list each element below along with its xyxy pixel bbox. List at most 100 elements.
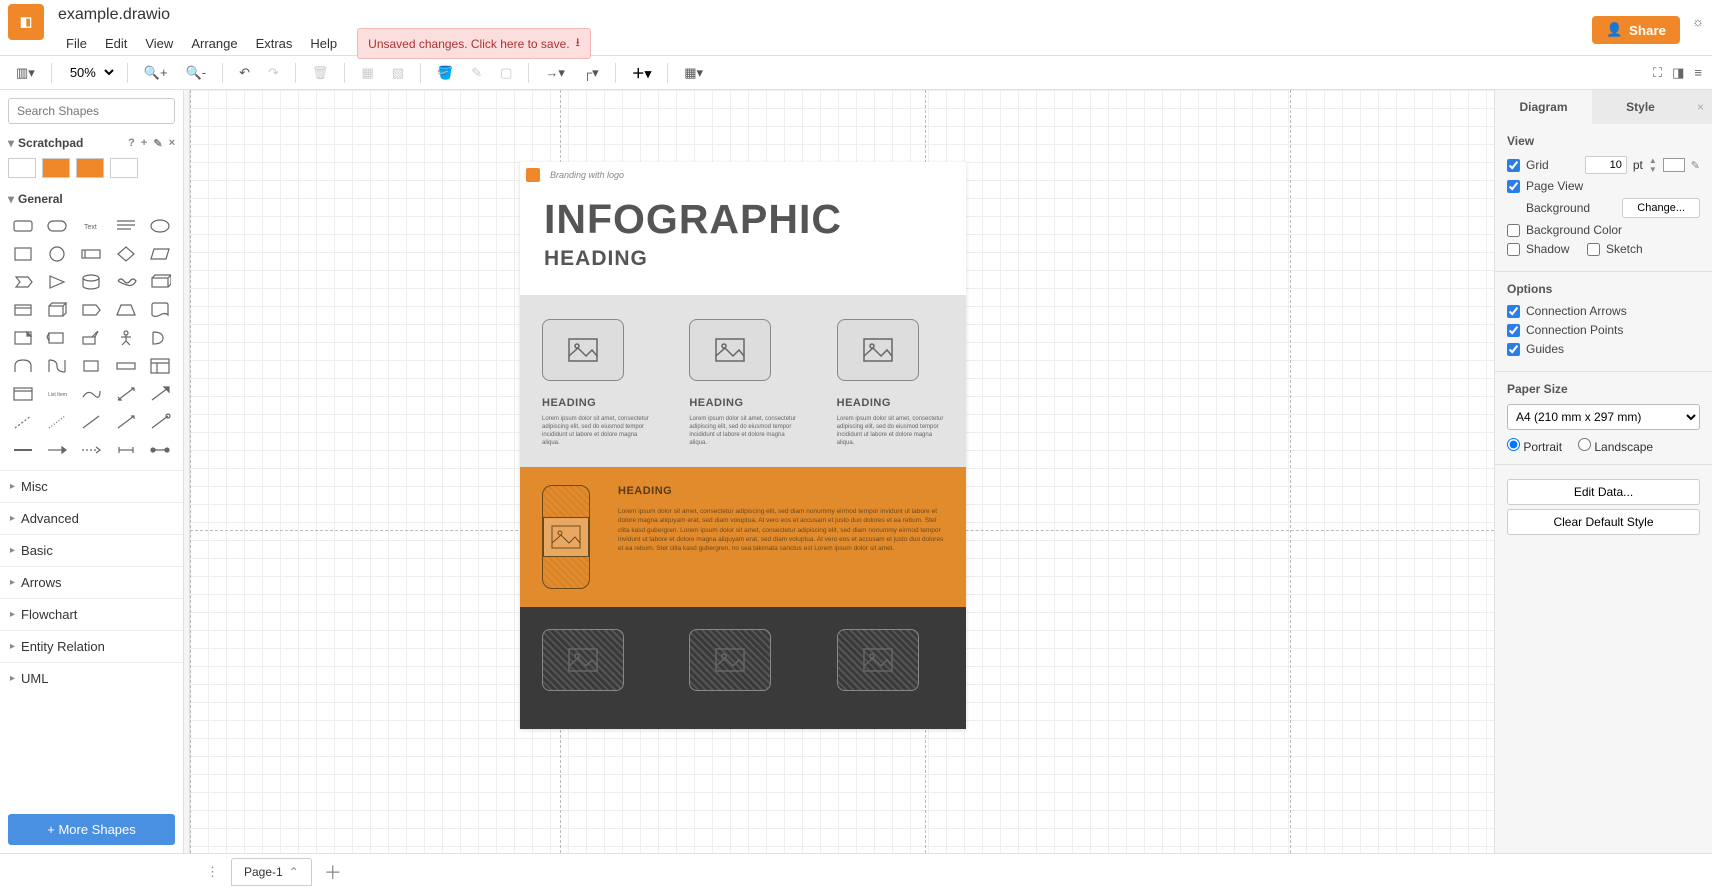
zoom-select[interactable]: 50% <box>62 62 117 83</box>
to-front-icon[interactable]: ▦ <box>355 61 379 85</box>
grid-size-input[interactable] <box>1585 156 1627 174</box>
paper-size-header: Paper Size <box>1507 382 1700 396</box>
table-icon[interactable]: ▦▾ <box>678 61 709 85</box>
image-placeholder-icon <box>837 629 919 691</box>
conn-points-label: Connection Points <box>1526 323 1700 337</box>
tab-style[interactable]: Style <box>1592 90 1689 124</box>
category-entity-relation[interactable]: Entity Relation <box>0 630 183 662</box>
category-arrows[interactable]: Arrows <box>0 566 183 598</box>
conn-arrows-checkbox[interactable] <box>1507 305 1520 318</box>
zoom-in-icon[interactable]: 🔍+ <box>138 61 174 85</box>
theme-toggle-icon[interactable]: ☼ <box>1692 14 1704 29</box>
change-background-button[interactable]: Change... <box>1622 198 1700 218</box>
redo-icon[interactable]: ↷ <box>262 61 285 85</box>
card-heading: HEADING <box>837 397 944 409</box>
menu-view[interactable]: View <box>137 32 181 55</box>
zoom-out-icon[interactable]: 🔍- <box>180 61 213 85</box>
conn-points-checkbox[interactable] <box>1507 324 1520 337</box>
close-style-icon[interactable]: × <box>1689 90 1712 124</box>
feature-text: Lorem ipsum dolor sit amet, consectetur … <box>618 507 944 552</box>
search-shapes-input[interactable] <box>8 98 175 124</box>
feature-heading: HEADING <box>618 485 944 497</box>
scratchpad-thumbnails[interactable] <box>0 154 183 188</box>
category-misc[interactable]: Misc <box>0 470 183 502</box>
shadow-checkbox[interactable] <box>1507 243 1520 256</box>
page-view-checkbox[interactable] <box>1507 180 1520 193</box>
page-title: INFOGRAPHIC <box>520 186 966 243</box>
app-logo[interactable]: ◧ <box>8 4 44 40</box>
scratchpad-label: Scratchpad <box>18 136 83 150</box>
more-shapes-button[interactable]: + More Shapes <box>8 814 175 845</box>
background-label: Background <box>1526 201 1616 215</box>
download-icon: ⭳ <box>576 33 580 54</box>
document-title[interactable]: example.drawio <box>58 4 1592 28</box>
share-button[interactable]: 👤 Share <box>1592 16 1680 44</box>
share-label: Share <box>1629 23 1666 38</box>
tab-diagram[interactable]: Diagram <box>1495 90 1592 124</box>
add-page-button[interactable]: ＋ <box>320 859 346 885</box>
help-icon[interactable]: ? <box>128 137 135 150</box>
insert-icon[interactable]: ＋▾ <box>626 59 658 86</box>
card-text: Lorem ipsum dolor sit amet, consectetur … <box>689 415 796 447</box>
category-uml[interactable]: UML <box>0 662 183 694</box>
edit-data-button[interactable]: Edit Data... <box>1507 479 1700 505</box>
grid-color-swatch[interactable] <box>1663 158 1685 172</box>
category-advanced[interactable]: Advanced <box>0 502 183 534</box>
category-basic[interactable]: Basic <box>0 534 183 566</box>
svg-text:Text: Text <box>84 224 97 231</box>
waypoint-icon[interactable]: ┌▾ <box>577 61 605 85</box>
shadow-toggle-icon[interactable]: ▢ <box>494 61 518 85</box>
page-view-label: Page View <box>1526 179 1700 193</box>
canvas[interactable]: Branding with logo INFOGRAPHIC HEADING H… <box>190 90 1494 853</box>
unsaved-changes-button[interactable]: Unsaved changes. Click here to save. ⭳ <box>357 28 591 59</box>
shapes-palette[interactable]: Text <box>0 210 183 470</box>
pages-menu-icon[interactable]: ⋮ <box>202 860 223 884</box>
page-tab[interactable]: Page-1 ⌃ <box>231 858 312 886</box>
edit-icon[interactable]: ✎ <box>153 137 162 150</box>
page-subtitle: HEADING <box>520 243 966 295</box>
view-header: View <box>1507 134 1700 148</box>
page-tab-label: Page-1 <box>244 865 283 879</box>
line-color-icon[interactable]: ✎ <box>465 61 488 85</box>
bg-color-label: Background Color <box>1526 223 1700 237</box>
image-placeholder-icon <box>837 319 919 381</box>
delete-icon[interactable]: 🗑 <box>306 61 335 85</box>
clear-default-style-button[interactable]: Clear Default Style <box>1507 509 1700 535</box>
format-panel-icon[interactable]: ◨ <box>1672 65 1684 81</box>
menu-extras[interactable]: Extras <box>248 32 301 55</box>
guides-label: Guides <box>1526 342 1700 356</box>
grid-checkbox[interactable] <box>1507 159 1520 172</box>
paper-size-select[interactable]: A4 (210 mm x 297 mm) <box>1507 404 1700 430</box>
conn-arrows-label: Connection Arrows <box>1526 304 1700 318</box>
unsaved-label: Unsaved changes. Click here to save. <box>368 37 569 51</box>
fill-color-icon[interactable]: 🪣 <box>431 61 459 85</box>
feature-image-placeholder <box>542 485 590 589</box>
menu-edit[interactable]: Edit <box>97 32 135 55</box>
diagram-page[interactable]: Branding with logo INFOGRAPHIC HEADING H… <box>520 162 966 729</box>
card-text: Lorem ipsum dolor sit amet, consectetur … <box>837 415 944 447</box>
page-tab-dropdown-icon[interactable]: ⌃ <box>289 865 299 879</box>
sidebar-toggle-icon[interactable]: ▥▾ <box>10 61 41 85</box>
undo-icon[interactable]: ↶ <box>233 61 256 85</box>
image-placeholder-icon <box>542 319 624 381</box>
options-header: Options <box>1507 282 1700 296</box>
close-icon[interactable]: × <box>169 137 175 150</box>
menu-help[interactable]: Help <box>302 32 345 55</box>
guides-checkbox[interactable] <box>1507 343 1520 356</box>
to-back-icon[interactable]: ▧ <box>386 61 410 85</box>
landscape-label: Landscape <box>1594 440 1653 454</box>
bg-color-checkbox[interactable] <box>1507 224 1520 237</box>
portrait-radio[interactable] <box>1507 438 1520 451</box>
landscape-radio[interactable] <box>1578 438 1591 451</box>
menu-file[interactable]: File <box>58 32 95 55</box>
collapse-icon[interactable]: ≡ <box>1694 65 1702 81</box>
sketch-checkbox[interactable] <box>1587 243 1600 256</box>
menu-arrange[interactable]: Arrange <box>183 32 245 55</box>
connection-icon[interactable]: →▾ <box>539 61 571 85</box>
shadow-label: Shadow <box>1526 242 1581 256</box>
fullscreen-icon[interactable]: ⛶ <box>1653 65 1662 81</box>
image-placeholder-icon <box>542 629 624 691</box>
edit-grid-color-icon[interactable]: ✎ <box>1691 159 1700 172</box>
category-flowchart[interactable]: Flowchart <box>0 598 183 630</box>
add-icon[interactable]: + <box>141 137 147 150</box>
